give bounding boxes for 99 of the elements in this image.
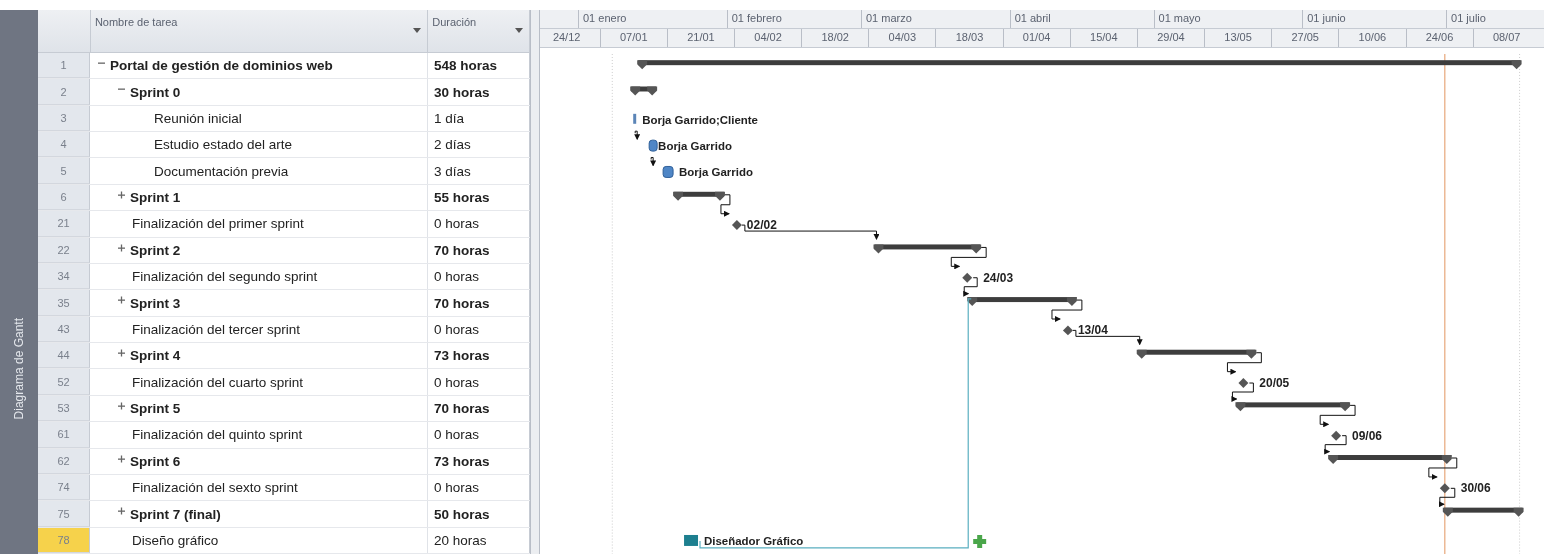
- milestone-date: 24/03: [983, 270, 1014, 285]
- dependency-arrow: [650, 156, 657, 167]
- resource-label: Borja Garrido;Cliente: [642, 113, 758, 126]
- month-label: 01 enero: [578, 10, 727, 28]
- summary-bar: [673, 191, 725, 201]
- expand-icon[interactable]: [118, 296, 126, 305]
- week-label: 08/07: [1472, 28, 1540, 47]
- task-name: Finalización del primer sprint: [132, 216, 304, 232]
- row-number[interactable]: 62: [38, 448, 90, 474]
- milestone-diamond: [1062, 325, 1073, 336]
- row-number[interactable]: 3: [38, 105, 90, 132]
- expand-icon[interactable]: [118, 454, 126, 463]
- milestone-diamond: [1238, 377, 1249, 388]
- week-label: 10/06: [1338, 28, 1406, 47]
- task-name: Sprint 7 (final): [130, 506, 221, 522]
- task-name: Sprint 6: [130, 453, 181, 469]
- task-bar: [648, 139, 658, 152]
- dependency-arrow: [634, 130, 641, 141]
- plus-icon: [973, 534, 987, 548]
- milestone-date: 02/02: [746, 217, 777, 232]
- task-name: Sprint 1: [130, 190, 181, 206]
- month-label: 01 mayo: [1153, 10, 1303, 28]
- expand-icon[interactable]: [118, 507, 126, 516]
- task-name: Diseño gráfico: [132, 532, 219, 548]
- row-number[interactable]: 21: [38, 211, 90, 237]
- task-name: Sprint 5: [130, 401, 181, 417]
- month-label: 01 julio: [1446, 10, 1544, 28]
- row-number[interactable]: 43: [38, 316, 90, 343]
- task-name: Sprint 2: [130, 242, 181, 258]
- week-label: 24/06: [1405, 28, 1473, 47]
- dependency-arrow: [1319, 404, 1356, 428]
- milestone-diamond: [1331, 430, 1342, 441]
- row-number[interactable]: 53: [38, 395, 90, 422]
- row-number[interactable]: 34: [38, 263, 90, 290]
- week-label: 18/03: [935, 28, 1003, 47]
- task-bar: [633, 113, 637, 124]
- month-label: 01 marzo: [860, 10, 1010, 28]
- resource-label: Borja Garrido: [679, 166, 753, 179]
- task-name: Reunión inicial: [154, 110, 242, 126]
- task-name: Finalización del segundo sprint: [132, 269, 318, 285]
- dropdown-caret-icon[interactable]: [515, 28, 523, 33]
- row-number[interactable]: 4: [38, 132, 90, 158]
- resource-icon: [684, 534, 698, 546]
- row-number[interactable]: 78: [38, 527, 90, 554]
- week-label: 07/01: [599, 28, 667, 47]
- task-name: Sprint 4: [130, 348, 181, 364]
- row-number[interactable]: 52: [38, 369, 90, 395]
- resource-label: Diseñador Gráfico: [704, 534, 804, 547]
- week-label: 29/04: [1136, 28, 1204, 47]
- week-label: 27/05: [1271, 28, 1339, 47]
- row-number[interactable]: 22: [38, 237, 90, 263]
- week-label: 18/02: [801, 28, 869, 47]
- milestone-diamond: [731, 220, 742, 230]
- task-name: Sprint 0: [130, 84, 181, 100]
- dependency-arrow: [1438, 487, 1456, 508]
- week-label: 15/04: [1069, 28, 1137, 47]
- row-number[interactable]: 74: [38, 474, 90, 501]
- summary-bar: [630, 86, 658, 96]
- milestone-date: 20/05: [1259, 375, 1290, 390]
- row-number[interactable]: 44: [38, 343, 90, 369]
- column-header[interactable]: Nombre de tarea: [90, 10, 429, 52]
- task-name: Estudio estado del arte: [154, 137, 293, 153]
- row-number[interactable]: 2: [38, 79, 90, 105]
- expand-icon[interactable]: [118, 190, 126, 199]
- row-number[interactable]: 35: [38, 290, 90, 316]
- resource-label: Borja Garrido: [658, 140, 732, 152]
- view-label: Diagrama de Gantt: [12, 317, 26, 419]
- dropdown-caret-icon[interactable]: [413, 28, 422, 33]
- task-name: Finalización del cuarto sprint: [132, 374, 304, 390]
- task-bar: [662, 165, 674, 178]
- expand-icon[interactable]: [118, 243, 126, 252]
- week-label: 04/03: [868, 28, 936, 47]
- expand-icon[interactable]: [118, 401, 126, 410]
- task-name: Finalización del sexto sprint: [132, 480, 298, 496]
- task-name: Finalización del tercer sprint: [132, 321, 301, 337]
- week-label: 01/04: [1002, 28, 1070, 47]
- task-name: Portal de gestión de dominios web: [110, 58, 333, 74]
- dependency-arrow: [1051, 299, 1083, 322]
- week-label: 24/12: [540, 28, 600, 47]
- milestone-diamond: [1439, 483, 1450, 494]
- week-label: 04/02: [734, 28, 802, 47]
- month-label: 01 abril: [1009, 10, 1154, 28]
- month-label: 01 junio: [1302, 10, 1447, 28]
- month-label: 01 febrero: [726, 10, 861, 28]
- milestone-date: 09/06: [1352, 428, 1382, 443]
- row-number[interactable]: 5: [38, 158, 90, 184]
- task-name: Documentación previa: [154, 163, 289, 179]
- row-number[interactable]: 6: [38, 184, 90, 211]
- row-number[interactable]: 1: [38, 52, 90, 79]
- milestone-date: 13/04: [1077, 323, 1108, 338]
- week-label: 13/05: [1204, 28, 1272, 47]
- expand-icon[interactable]: [118, 349, 126, 358]
- milestone-date: 30/06: [1460, 481, 1491, 496]
- task-name: Finalización del quinto sprint: [132, 427, 303, 443]
- milestone-diamond: [962, 272, 973, 283]
- row-number[interactable]: 61: [38, 422, 90, 448]
- row-number[interactable]: 75: [38, 501, 90, 527]
- week-label: 21/01: [666, 28, 734, 47]
- task-name: Sprint 3: [130, 295, 181, 311]
